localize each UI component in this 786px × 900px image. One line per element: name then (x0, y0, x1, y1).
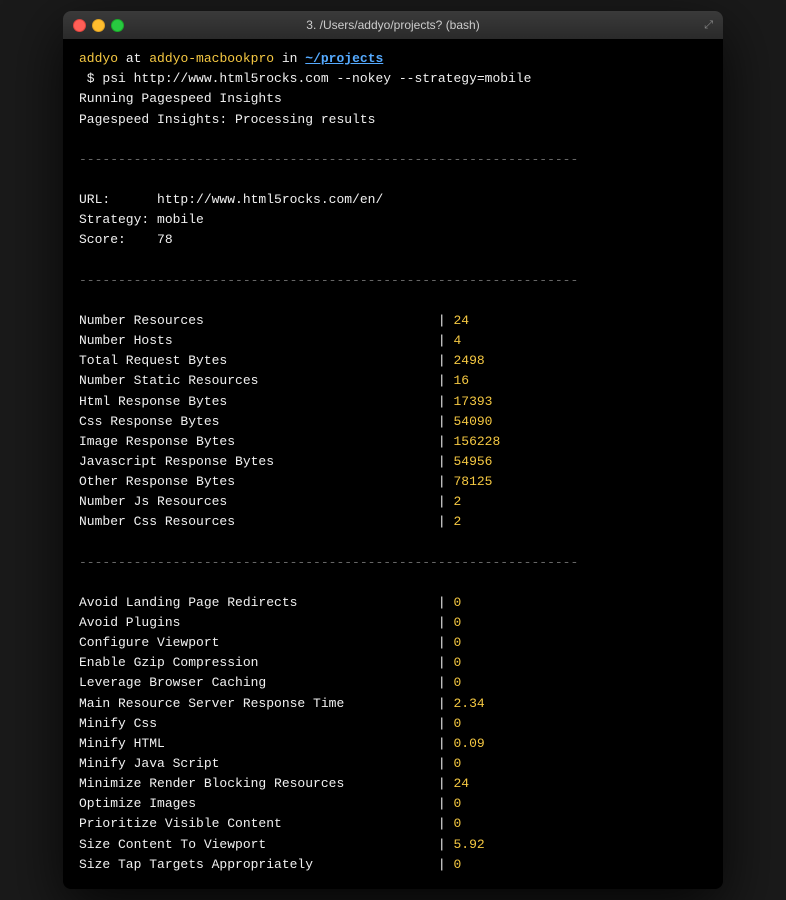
output-line: Avoid Plugins | 0 (79, 613, 707, 633)
window-title: 3. /Users/addyo/projects? (bash) (306, 18, 479, 32)
output-line: Javascript Response Bytes | 54956 (79, 452, 707, 472)
maximize-button[interactable] (111, 19, 124, 32)
output-line (79, 573, 707, 593)
output-line: Minify HTML | 0.09 (79, 734, 707, 754)
output-line: Minify Java Script | 0 (79, 754, 707, 774)
close-button[interactable] (73, 19, 86, 32)
output-line: Avoid Landing Page Redirects | 0 (79, 593, 707, 613)
output-line: Minify Css | 0 (79, 714, 707, 734)
output-line (79, 130, 707, 150)
prompt-command: psi http://www.html5rocks.com --nokey --… (102, 71, 531, 86)
prompt-dir: ~/projects (305, 51, 383, 66)
output-line: Pagespeed Insights: Processing results (79, 110, 707, 130)
output-line: Number Resources | 24 (79, 311, 707, 331)
output-area: Running Pagespeed InsightsPagespeed Insi… (79, 89, 707, 874)
output-line: ----------------------------------------… (79, 271, 707, 291)
output-line: Other Response Bytes | 78125 (79, 472, 707, 492)
output-line: Size Tap Targets Appropriately | 0 (79, 855, 707, 875)
window-controls[interactable] (73, 19, 124, 32)
output-line: Enable Gzip Compression | 0 (79, 653, 707, 673)
output-line: Strategy: mobile (79, 210, 707, 230)
minimize-button[interactable] (92, 19, 105, 32)
output-line: Size Content To Viewport | 5.92 (79, 835, 707, 855)
expand-icon[interactable]: ⤢ (704, 19, 713, 32)
prompt-dollar: $ (79, 71, 102, 86)
output-line: Minimize Render Blocking Resources | 24 (79, 774, 707, 794)
output-line (79, 291, 707, 311)
output-line: Css Response Bytes | 54090 (79, 412, 707, 432)
output-line: URL: http://www.html5rocks.com/en/ (79, 190, 707, 210)
prompt-in-text: in (274, 51, 305, 66)
title-bar: 3. /Users/addyo/projects? (bash) ⤢ (63, 11, 723, 39)
output-line: Number Hosts | 4 (79, 331, 707, 351)
command-line: $ psi http://www.html5rocks.com --nokey … (79, 69, 707, 89)
output-line: Prioritize Visible Content | 0 (79, 814, 707, 834)
output-line: ----------------------------------------… (79, 150, 707, 170)
output-line (79, 251, 707, 271)
prompt-line: addyo at addyo-macbookpro in ~/projects (79, 49, 707, 69)
output-line: Main Resource Server Response Time | 2.3… (79, 694, 707, 714)
terminal-window: 3. /Users/addyo/projects? (bash) ⤢ addyo… (63, 11, 723, 889)
output-line: ----------------------------------------… (79, 553, 707, 573)
output-line: Html Response Bytes | 17393 (79, 392, 707, 412)
output-line (79, 532, 707, 552)
output-line: Running Pagespeed Insights (79, 89, 707, 109)
output-line: Total Request Bytes | 2498 (79, 351, 707, 371)
output-line: Optimize Images | 0 (79, 794, 707, 814)
output-line: Score: 78 (79, 230, 707, 250)
output-line: Number Js Resources | 2 (79, 492, 707, 512)
output-line: Image Response Bytes | 156228 (79, 432, 707, 452)
output-line: Number Css Resources | 2 (79, 512, 707, 532)
prompt-at-text: at (118, 51, 149, 66)
output-line (79, 170, 707, 190)
prompt-host: addyo-macbookpro (149, 51, 274, 66)
output-line: Number Static Resources | 16 (79, 371, 707, 391)
terminal-body[interactable]: addyo at addyo-macbookpro in ~/projects … (63, 39, 723, 889)
output-line: Configure Viewport | 0 (79, 633, 707, 653)
output-line: Leverage Browser Caching | 0 (79, 673, 707, 693)
prompt-user: addyo (79, 51, 118, 66)
